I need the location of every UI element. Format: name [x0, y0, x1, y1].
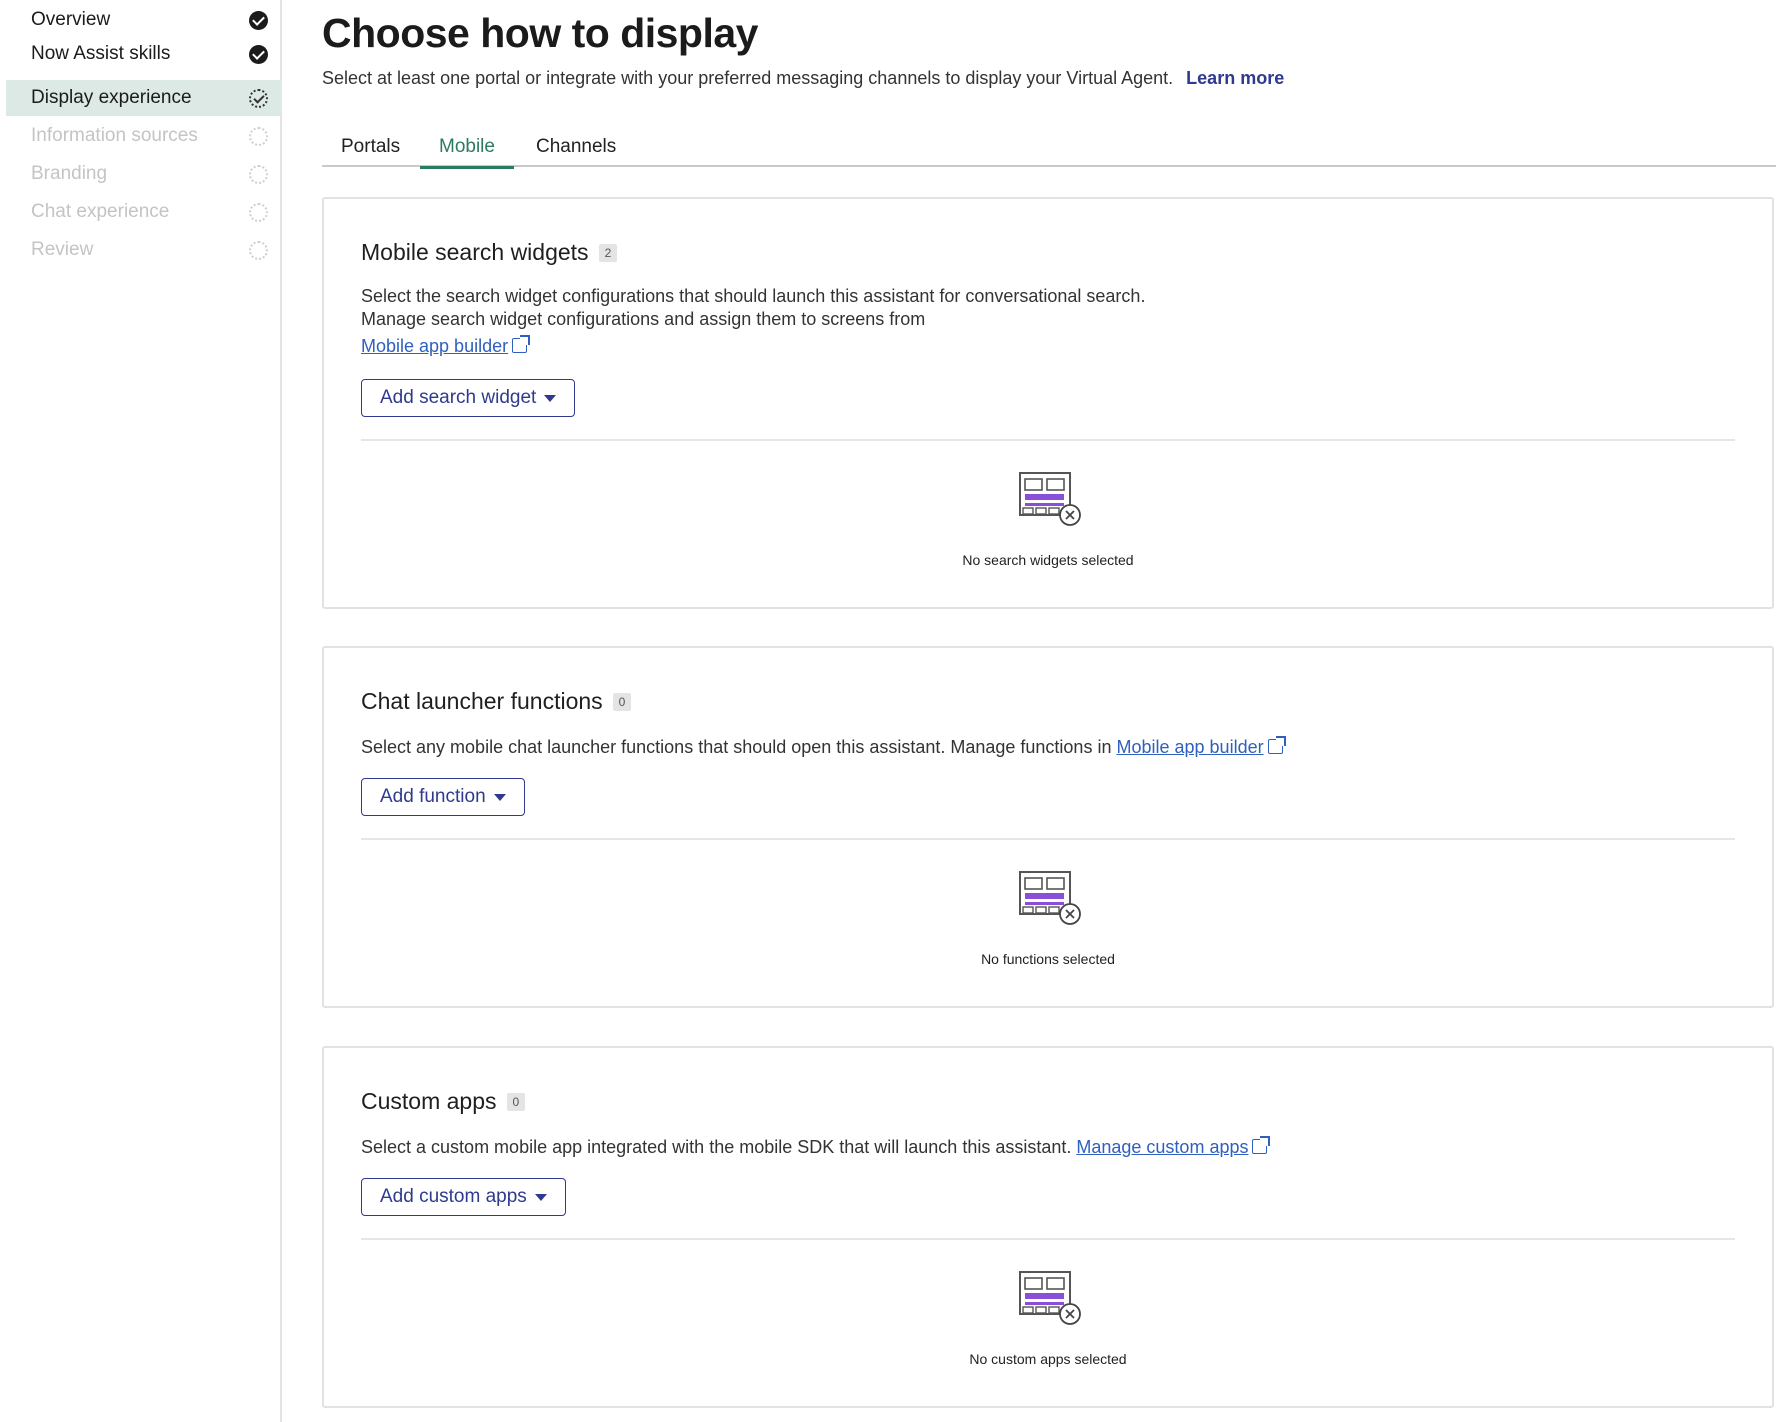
sidebar-item-chat-experience: Chat experience — [6, 194, 282, 230]
divider — [361, 838, 1735, 840]
card-title: Custom apps 0 — [361, 1088, 526, 1115]
check-circle-icon — [249, 11, 268, 30]
pending-circle-icon — [249, 165, 268, 184]
card-description: Select the search widget configurations … — [361, 285, 1145, 358]
card-description: Select any mobile chat launcher function… — [361, 736, 1286, 759]
count-badge: 2 — [598, 243, 618, 262]
manage-custom-apps-link[interactable]: Manage custom apps — [1076, 1137, 1248, 1157]
empty-state-icon — [1019, 1271, 1081, 1325]
desc-line-2: Manage search widget configurations and … — [361, 309, 926, 329]
card-title-text: Custom apps — [361, 1088, 497, 1114]
empty-state-icon — [1019, 472, 1081, 526]
tab-portals[interactable]: Portals — [322, 136, 419, 167]
sidebar-item-label: Display experience — [31, 87, 192, 108]
caret-down-icon — [493, 793, 506, 801]
external-link-icon — [1267, 736, 1286, 754]
pending-circle-icon — [249, 241, 268, 260]
tab-channels[interactable]: Channels — [517, 136, 635, 167]
divider — [361, 1238, 1735, 1240]
button-label: Add search widget — [380, 387, 537, 408]
sidebar-item-now-assist-skills[interactable]: Now Assist skills — [6, 36, 282, 72]
sidebar-item-label: Review — [31, 239, 94, 260]
pending-circle-icon — [249, 203, 268, 222]
subtitle-text: Select at least one portal or integrate … — [322, 68, 1174, 88]
sidebar-item-label: Chat experience — [31, 201, 170, 222]
count-badge: 0 — [612, 692, 632, 711]
page-subtitle: Select at least one portal or integrate … — [322, 68, 1284, 89]
empty-state-text: No search widgets selected — [962, 552, 1134, 568]
sidebar-item-label: Now Assist skills — [31, 43, 171, 64]
card-title: Mobile search widgets 2 — [361, 239, 618, 266]
card-title: Chat launcher functions 0 — [361, 688, 632, 715]
button-label: Add function — [380, 786, 486, 807]
desc-text: Select a custom mobile app integrated wi… — [361, 1137, 1072, 1157]
check-circle-icon — [249, 45, 268, 64]
button-label: Add custom apps — [380, 1186, 527, 1207]
desc-text: Select any mobile chat launcher function… — [361, 737, 1112, 757]
empty-state-text: No custom apps selected — [969, 1351, 1127, 1367]
add-custom-apps-button[interactable]: Add custom apps — [361, 1178, 566, 1216]
sidebar-item-review: Review — [6, 232, 282, 268]
chat-launcher-functions-card: Chat launcher functions 0 Select any mob… — [322, 646, 1774, 1008]
tab-mobile[interactable]: Mobile — [420, 136, 514, 169]
add-function-button[interactable]: Add function — [361, 778, 525, 816]
page-title: Choose how to display — [322, 10, 758, 56]
mobile-search-widgets-card: Mobile search widgets 2 Select the searc… — [322, 197, 1774, 609]
mobile-app-builder-link[interactable]: Mobile app builder — [361, 336, 508, 356]
tab-bar: Portals Mobile Channels — [322, 132, 1776, 169]
sidebar-item-label: Information sources — [31, 125, 198, 146]
external-link-icon — [1252, 1136, 1271, 1154]
divider — [361, 439, 1735, 441]
pending-circle-icon — [249, 127, 268, 146]
caret-down-icon — [544, 394, 557, 402]
empty-state-text: No functions selected — [981, 951, 1115, 967]
count-badge: 0 — [506, 1092, 526, 1111]
sidebar-item-label: Overview — [31, 9, 111, 30]
progress-circle-icon — [249, 89, 268, 108]
caret-down-icon — [534, 1193, 547, 1201]
card-description: Select a custom mobile app integrated wi… — [361, 1136, 1271, 1159]
external-link-icon — [512, 335, 531, 353]
sidebar-item-display-experience[interactable]: Display experience — [6, 80, 282, 116]
custom-apps-card: Custom apps 0 Select a custom mobile app… — [322, 1046, 1774, 1408]
sidebar: Overview Now Assist skills Display exper… — [0, 0, 282, 1422]
sidebar-item-overview[interactable]: Overview — [6, 2, 282, 38]
empty-state-icon — [1019, 871, 1081, 925]
sidebar-item-branding: Branding — [6, 156, 282, 192]
add-search-widget-button[interactable]: Add search widget — [361, 379, 576, 417]
desc-line-1: Select the search widget configurations … — [361, 286, 1146, 306]
card-title-text: Mobile search widgets — [361, 239, 589, 265]
learn-more-link[interactable]: Learn more — [1186, 68, 1284, 88]
sidebar-item-information-sources: Information sources — [6, 118, 282, 154]
card-title-text: Chat launcher functions — [361, 688, 603, 714]
mobile-app-builder-link[interactable]: Mobile app builder — [1116, 737, 1263, 757]
sidebar-item-label: Branding — [31, 163, 108, 184]
